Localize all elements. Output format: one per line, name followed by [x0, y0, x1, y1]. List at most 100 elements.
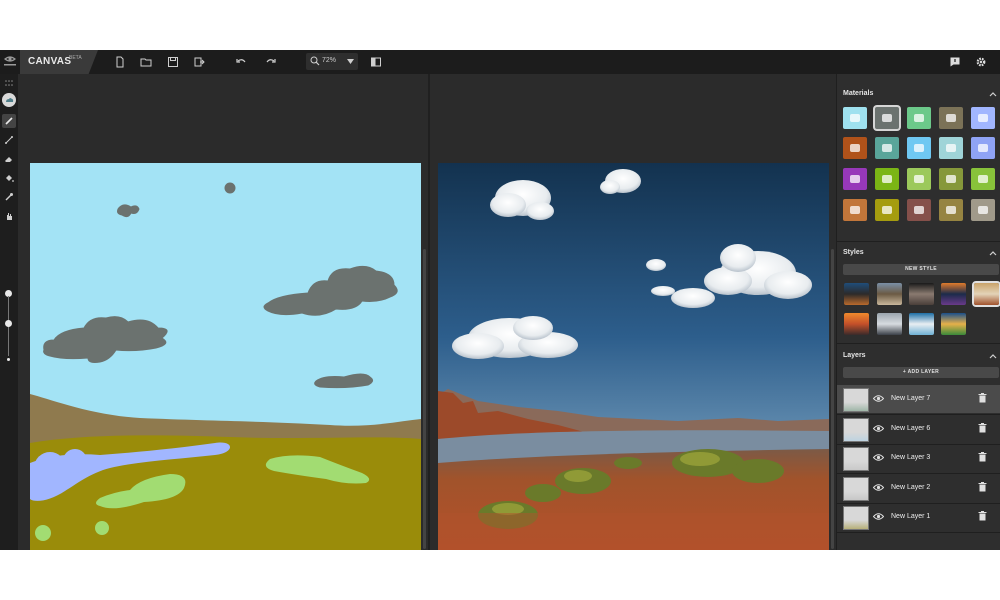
layer-row[interactable]: New Layer 6	[837, 415, 1000, 443]
visibility-eye-icon[interactable]	[873, 453, 884, 462]
material-rock[interactable]	[843, 137, 867, 159]
layers-title: Layers	[843, 352, 866, 359]
brand-tab: CANVAS BETA	[20, 50, 98, 74]
zoom-select[interactable]: 72%	[306, 53, 358, 70]
style-thumbnail[interactable]	[844, 313, 869, 335]
delete-trash-icon[interactable]	[978, 481, 987, 492]
left-tool-palette	[0, 74, 18, 550]
feedback-icon[interactable]	[946, 53, 964, 71]
sand-icon	[946, 206, 956, 214]
style-thumbnail[interactable]	[877, 313, 902, 335]
layer-thumbnail	[843, 417, 869, 442]
material-bush[interactable]	[907, 168, 931, 190]
material-water[interactable]	[971, 107, 995, 129]
material-flower[interactable]	[843, 168, 867, 190]
material-stone[interactable]	[843, 199, 867, 221]
new-style-button[interactable]: NEW STYLE	[843, 264, 999, 275]
cloud-icon	[882, 114, 892, 122]
canvas-scrollbar[interactable]	[423, 249, 426, 549]
materials-collapse-chevron-icon[interactable]	[989, 90, 997, 98]
material-sea[interactable]	[971, 137, 995, 159]
delete-trash-icon[interactable]	[978, 422, 987, 433]
visibility-eye-icon[interactable]	[873, 394, 884, 403]
delete-trash-icon[interactable]	[978, 511, 987, 521]
delete-trash-icon[interactable]	[978, 393, 987, 403]
material-gravel[interactable]	[907, 199, 931, 221]
tree-icon	[946, 175, 956, 183]
right-sidebar: Materials Styles NEW STYLE Layers + ADD …	[836, 74, 1000, 550]
layer-name: New Layer 6	[891, 424, 931, 432]
chevron-down-icon	[347, 59, 354, 64]
material-road[interactable]	[971, 199, 995, 221]
layer-name: New Layer 7	[891, 395, 931, 402]
style-thumbnail[interactable]	[844, 283, 869, 305]
hand-pan-icon[interactable]	[2, 209, 16, 223]
settings-gear-icon[interactable]	[972, 53, 990, 71]
brush-icon[interactable]	[2, 114, 16, 128]
material-sand[interactable]	[939, 199, 963, 221]
export-icon[interactable]	[190, 53, 208, 71]
eyedropper-icon[interactable]	[2, 190, 16, 204]
section-divider	[837, 343, 1000, 344]
brand-badge: BETA	[69, 55, 82, 61]
output-scrollbar[interactable]	[831, 249, 834, 549]
material-plant[interactable]	[971, 168, 995, 190]
delete-trash-icon[interactable]	[978, 452, 987, 462]
layer-row[interactable]: New Layer 7	[837, 385, 1000, 413]
line-icon[interactable]	[2, 133, 16, 147]
panel-divider[interactable]	[428, 74, 430, 550]
grid-handle-icon[interactable]	[2, 76, 16, 90]
add-layer-button[interactable]: + ADD LAYER	[843, 367, 999, 378]
sky-icon	[850, 114, 860, 122]
material-cloud[interactable]	[875, 107, 899, 129]
eraser-icon[interactable]	[2, 152, 16, 166]
gravel-icon	[914, 206, 924, 214]
material-hill[interactable]	[939, 107, 963, 129]
redo-icon[interactable]	[262, 53, 280, 71]
material-mountain[interactable]	[907, 107, 931, 129]
material-dirt[interactable]	[875, 199, 899, 221]
layer-thumbnail	[843, 476, 869, 501]
toggle-panel-icon[interactable]	[367, 53, 385, 71]
style-thumbnail[interactable]	[941, 283, 966, 305]
layer-row[interactable]: New Layer 3	[837, 444, 1000, 472]
visibility-eye-icon[interactable]	[873, 424, 884, 433]
material-picker-icon[interactable]	[2, 93, 16, 107]
save-icon[interactable]	[164, 53, 182, 71]
layer-name: New Layer 1	[891, 513, 931, 520]
stone-icon	[850, 206, 860, 214]
layer-thumbnail	[843, 388, 869, 412]
materials-title: Materials	[843, 90, 874, 97]
material-tree[interactable]	[939, 168, 963, 190]
snow-icon	[914, 144, 924, 152]
brush-size-min-dot	[7, 358, 10, 361]
grass-icon	[882, 175, 892, 183]
open-folder-icon[interactable]	[137, 53, 155, 71]
undo-icon[interactable]	[232, 53, 250, 71]
visibility-eye-icon[interactable]	[873, 483, 884, 492]
style-thumbnail[interactable]	[941, 313, 966, 335]
layers-collapse-chevron-icon[interactable]	[989, 352, 997, 360]
layer-row[interactable]: New Layer 1	[837, 503, 1000, 531]
styles-collapse-chevron-icon[interactable]	[989, 249, 997, 257]
brush-size-slider-knob[interactable]	[5, 320, 12, 327]
fill-bucket-icon[interactable]	[2, 171, 16, 185]
nvidia-logo-icon	[0, 50, 20, 74]
style-thumbnail[interactable]	[909, 313, 934, 335]
new-file-icon[interactable]	[111, 53, 129, 71]
plant-icon	[978, 175, 988, 183]
layer-thumbnail	[843, 506, 869, 530]
style-thumbnail[interactable]	[909, 283, 934, 305]
style-thumbnail[interactable]	[974, 283, 999, 305]
material-snow[interactable]	[907, 137, 931, 159]
segmentation-canvas[interactable]	[30, 163, 421, 550]
material-building[interactable]	[875, 137, 899, 159]
visibility-eye-icon[interactable]	[873, 512, 884, 521]
style-thumbnail[interactable]	[877, 283, 902, 305]
layer-row[interactable]: New Layer 2	[837, 474, 1000, 502]
layer-name: New Layer 3	[891, 454, 931, 461]
material-grass[interactable]	[875, 168, 899, 190]
hill-icon	[946, 114, 956, 122]
material-sky[interactable]	[843, 107, 867, 129]
material-fog[interactable]	[939, 137, 963, 159]
